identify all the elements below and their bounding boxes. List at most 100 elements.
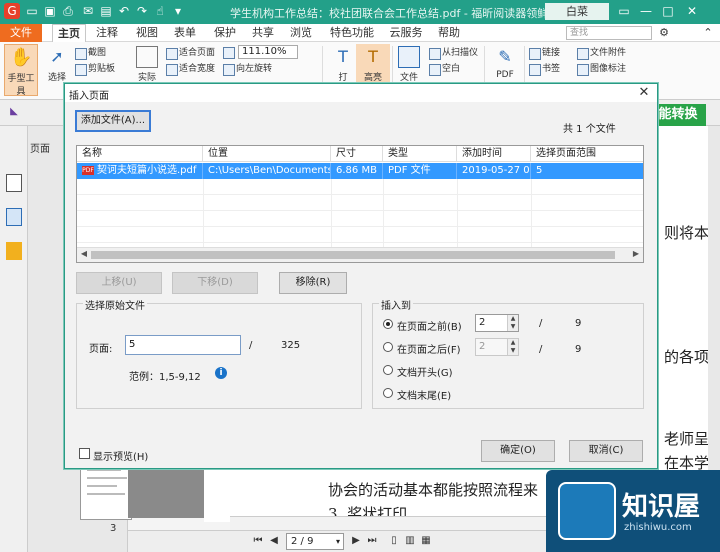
close-window-icon[interactable]: ✕: [682, 2, 702, 20]
tab-browse[interactable]: 浏览: [284, 24, 318, 42]
radio-after-page[interactable]: [383, 342, 393, 352]
minimize-icon[interactable]: —: [636, 2, 656, 20]
print-icon[interactable]: ⎙: [60, 3, 76, 19]
cell-type[interactable]: PDF 文件: [383, 163, 457, 179]
cell-size[interactable]: 6.86 MB: [331, 163, 383, 179]
tab-features[interactable]: 特色功能: [324, 24, 380, 42]
radio-before-page[interactable]: [383, 319, 393, 329]
table-row-empty: [77, 227, 643, 243]
document-start-label[interactable]: 文档开头(G): [397, 364, 453, 379]
document-end-label[interactable]: 文档末尾(E): [397, 387, 451, 402]
vertical-scrollbar[interactable]: [708, 126, 720, 518]
cell-range[interactable]: 5: [531, 163, 643, 179]
last-page-icon[interactable]: ⏭: [366, 535, 378, 547]
column-header-added[interactable]: 添加时间: [457, 146, 531, 162]
clipboard-button[interactable]: 剪贴板: [74, 62, 115, 76]
continuous-view-icon[interactable]: ▥: [404, 535, 416, 547]
remove-button[interactable]: 移除(R): [279, 272, 347, 294]
tab-protect[interactable]: 保护: [208, 24, 242, 42]
hand-tool-button[interactable]: ✋ 手型工具: [4, 44, 38, 97]
zoom-out-button[interactable]: [222, 45, 236, 59]
single-page-view-icon[interactable]: ▯: [388, 535, 400, 547]
bookmark-panel-icon[interactable]: [6, 174, 22, 192]
promo-banner[interactable]: 能转换: [650, 104, 706, 126]
settings-icon[interactable]: ⚙: [656, 24, 672, 42]
left-sidebar: [0, 126, 28, 552]
column-header-size[interactable]: 尺寸: [331, 146, 383, 162]
screenshot-button[interactable]: 截图: [74, 46, 106, 60]
pages-input[interactable]: 5: [125, 335, 241, 355]
customize-quick-access-icon[interactable]: ▾: [170, 3, 186, 19]
fit-width-button[interactable]: 适合宽度: [165, 62, 215, 76]
before-page-stepper[interactable]: 2 ▲ ▼: [475, 314, 519, 332]
move-up-button[interactable]: 上移(U): [76, 272, 162, 294]
collapse-ribbon-icon[interactable]: ⌃: [700, 24, 716, 42]
table-horizontal-scrollbar[interactable]: ◀ ▶: [77, 247, 643, 262]
page-number-input[interactable]: 2 / 9 ▾: [286, 533, 344, 550]
prev-page-icon[interactable]: ◀: [268, 535, 280, 547]
ok-button[interactable]: 确定(O): [481, 440, 555, 462]
grid-line: [331, 179, 332, 247]
scroll-left-icon[interactable]: ◀: [78, 249, 90, 258]
bookmark-button[interactable]: 书签: [528, 62, 560, 76]
fit-page-button[interactable]: 适合页面: [165, 46, 215, 60]
pages-panel-icon[interactable]: [6, 208, 22, 226]
cell-location[interactable]: C:\Users\Ben\Documents\: [203, 163, 331, 179]
scroll-right-icon[interactable]: ▶: [630, 249, 642, 258]
tab-help[interactable]: 帮助: [432, 24, 466, 42]
blank-button[interactable]: 空白: [428, 62, 460, 76]
rotate-left-button[interactable]: 向左旋转: [222, 62, 272, 76]
show-preview-checkbox[interactable]: [79, 448, 90, 459]
column-header-type[interactable]: 类型: [383, 146, 457, 162]
before-page-label[interactable]: 在页面之前(B): [397, 318, 462, 333]
table-row-empty: [77, 211, 643, 227]
undo-icon[interactable]: ↶: [116, 3, 132, 19]
open-icon[interactable]: ▭: [24, 3, 40, 19]
tab-home[interactable]: 主页: [52, 24, 86, 42]
stepper-arrows-icon[interactable]: ▲ ▼: [507, 339, 518, 355]
tab-share[interactable]: 共享: [246, 24, 280, 42]
close-icon[interactable]: ✕: [637, 85, 651, 100]
redo-icon[interactable]: ↷: [134, 3, 150, 19]
scrollbar-thumb[interactable]: [91, 251, 615, 259]
zoom-level-select[interactable]: 111.10%: [238, 45, 298, 59]
maximize-icon[interactable]: □: [658, 2, 678, 20]
after-page-stepper[interactable]: 2 ▲ ▼: [475, 338, 519, 356]
image-annotation-button[interactable]: 图像标注: [576, 62, 626, 76]
column-header-location[interactable]: 位置: [203, 146, 331, 162]
email-icon[interactable]: ✉: [80, 3, 96, 19]
radio-document-end[interactable]: [383, 388, 393, 398]
cancel-button[interactable]: 取消(C): [569, 440, 643, 462]
user-account-button[interactable]: 白菜: [545, 3, 609, 20]
window-icon[interactable]: ▤: [98, 3, 114, 19]
column-header-range[interactable]: 选择页面范围: [531, 146, 643, 162]
insert-to-group: 插入到 在页面之前(B) 2 ▲ ▼ / 9 在页面之后(F) 2 ▲ ▼ / 9 …: [372, 297, 644, 409]
tab-view[interactable]: 视图: [130, 24, 164, 42]
tab-comment[interactable]: 注释: [90, 24, 124, 42]
comments-panel-icon[interactable]: [6, 242, 22, 260]
info-icon[interactable]: i: [215, 367, 227, 379]
tab-cloud[interactable]: 云服务: [384, 24, 428, 42]
next-page-icon[interactable]: ▶: [350, 535, 362, 547]
show-preview-label[interactable]: 显示预览(H): [93, 448, 148, 463]
add-file-button[interactable]: 添加文件(A)...: [75, 110, 151, 132]
hand-tool-quick-icon[interactable]: ☝: [152, 3, 168, 19]
column-header-name[interactable]: 名称: [77, 146, 203, 162]
cell-name[interactable]: PDF 契诃夫短篇小说选.pdf: [77, 163, 203, 179]
after-page-label[interactable]: 在页面之后(F): [397, 341, 461, 356]
cell-added[interactable]: 2019-05-27 0...: [457, 163, 531, 179]
thumbnail-line: [87, 493, 125, 495]
tab-file[interactable]: 文件: [0, 24, 42, 42]
link-button[interactable]: 链接: [528, 46, 560, 60]
file-attachment-button[interactable]: 文件附件: [576, 46, 626, 60]
facing-view-icon[interactable]: ▦: [420, 535, 432, 547]
ribbon-display-icon[interactable]: ▭: [614, 2, 634, 20]
first-page-icon[interactable]: ⏮: [252, 535, 264, 547]
stepper-arrows-icon[interactable]: ▲ ▼: [507, 315, 518, 331]
tab-form[interactable]: 表单: [168, 24, 202, 42]
save-icon[interactable]: ▣: [42, 3, 58, 19]
from-scanner-button[interactable]: 从扫描仪: [428, 46, 478, 60]
radio-document-start[interactable]: [383, 365, 393, 375]
search-input[interactable]: 查找: [566, 26, 652, 40]
move-down-button[interactable]: 下移(D): [172, 272, 258, 294]
